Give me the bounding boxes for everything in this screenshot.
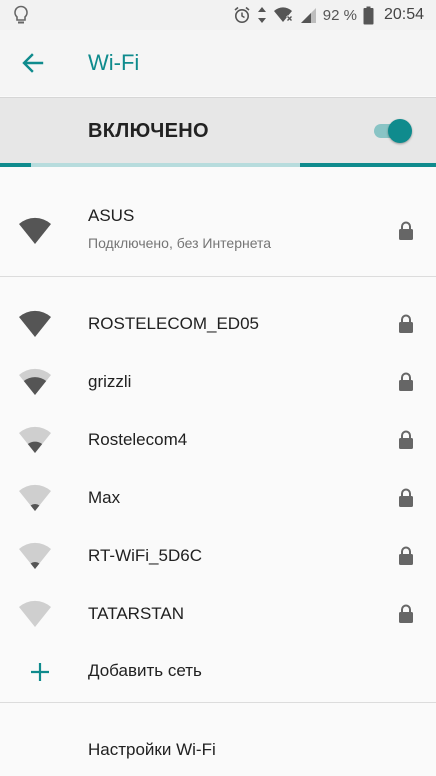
clock: 20:54 [383,6,424,23]
wifi-toggle-switch[interactable] [370,118,414,144]
lock-icon [399,314,413,333]
wifi-settings-label: Настройки Wi-Fi [88,740,216,759]
page-title: Wi-Fi [88,50,140,75]
network-row[interactable]: TATARSTAN [0,584,436,642]
battery-percent: 92 % [322,6,357,24]
switch-thumb [388,119,412,143]
lock-icon [399,430,413,449]
wifi-signal-icon [19,600,51,627]
lock-icon [399,546,413,565]
network-name: ASUS [88,206,135,225]
network-row[interactable]: ROSTELECOM_ED05 [0,294,436,352]
wifi-signal-icon [19,484,51,511]
wifi-signal-icon [19,542,51,569]
lock-icon [399,604,413,623]
data-transfer-icon [257,7,266,23]
network-name: RT-WiFi_5D6C [88,546,202,565]
network-status: Подключено, без Интернета [88,235,272,251]
network-name: Max [88,488,121,507]
network-name: Rostelecom4 [88,430,188,449]
progress-segment [300,163,436,167]
wifi-settings-link[interactable]: Настройки Wi-Fi [0,720,436,776]
lock-icon [399,221,413,240]
lock-icon [399,372,413,391]
wifi-toggle-label: ВКЛЮЧЕНО [88,120,209,142]
status-icons: 92 % 20:54 [233,0,424,30]
network-row[interactable]: Max [0,468,436,526]
status-bar: 92 % 20:54 [0,0,436,30]
battery-icon [363,6,374,24]
divider [0,702,436,703]
add-network-button[interactable]: Добавить сеть [0,644,436,700]
network-name: TATARSTAN [88,604,185,623]
network-name: ROSTELECOM_ED05 [88,314,259,333]
network-row[interactable]: RT-WiFi_5D6C [0,526,436,584]
lightbulb-icon [14,5,28,24]
wifi-signal-icon [19,310,51,337]
divider [0,276,436,277]
wifi-signal-icon [19,426,51,453]
wifi-signal-icon [19,368,51,395]
plus-icon [31,663,49,681]
signal-icon [300,8,316,23]
add-network-label: Добавить сеть [88,661,202,680]
scan-progress-bar [0,163,436,167]
wifi-signal-icon [19,217,51,244]
network-row[interactable]: Rostelecom4 [0,410,436,468]
wifi-master-toggle-row[interactable]: ВКЛЮЧЕНО [0,97,436,164]
lock-icon [399,488,413,507]
progress-segment [0,163,31,167]
network-row[interactable]: grizzli [0,352,436,410]
alarm-icon [234,6,250,23]
wifi-off-icon [273,7,293,22]
connected-network-row[interactable]: ASUS Подключено, без Интернета [0,187,436,275]
arrow-back-icon[interactable] [20,50,46,76]
network-name: grizzli [88,372,132,391]
app-bar: Wi-Fi [0,30,436,96]
